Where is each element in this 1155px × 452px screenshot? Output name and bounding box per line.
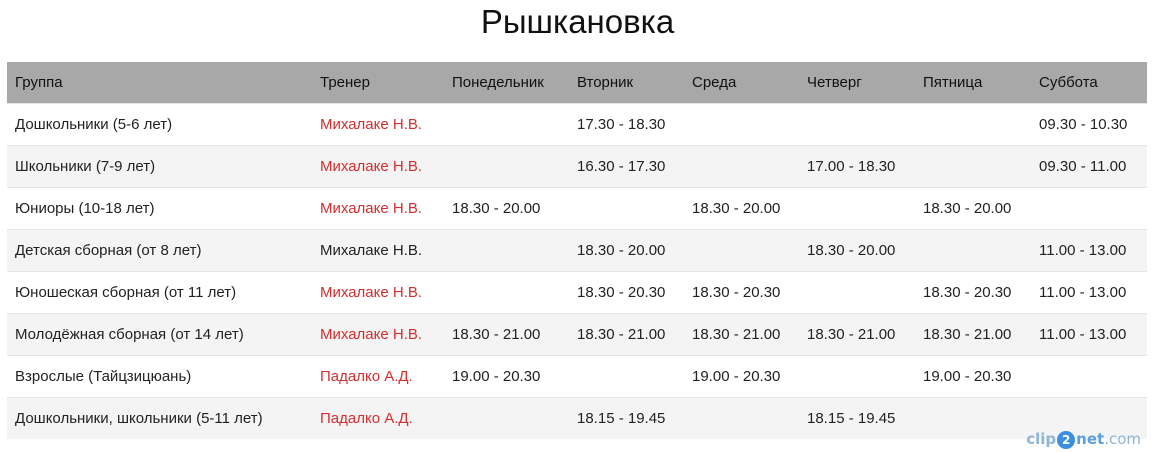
cell-thursday (799, 270, 915, 313)
cell-wednesday (684, 144, 799, 187)
table-row: Дошкольники (5-6 лет) Михалаке Н.В. 17.30 … (7, 102, 1147, 145)
cell-tuesday: 18.30 - 21.00 (569, 312, 684, 355)
cell-saturday: 11.00 - 13.00 (1031, 312, 1147, 355)
header-tuesday: Вторник (569, 62, 684, 103)
cell-saturday: 11.00 - 13.00 (1031, 228, 1147, 271)
cell-group: Юниоры (10-18 лет) (7, 186, 312, 229)
table-body: Дошкольники (5-6 лет) Михалаке Н.В. 17.30 … (7, 102, 1147, 439)
cell-monday (444, 144, 569, 187)
cell-wednesday: 18.30 - 20.00 (684, 186, 799, 229)
cell-coach: Михалаке Н.В. (312, 228, 444, 271)
header-coach: Тренер (312, 62, 444, 103)
header-thursday: Четверг (799, 62, 915, 103)
table-row: Юношеская сборная (от 11 лет) Михалаке Н.… (7, 270, 1147, 313)
table-row: Детская сборная (от 8 лет) Михалаке Н.В. 1… (7, 228, 1147, 271)
schedule-page: Рышкановка Группа Тренер Понедельник Вто… (0, 0, 1155, 452)
cell-friday: 18.30 - 20.30 (915, 270, 1031, 313)
coach-link[interactable]: Михалаке Н.В. (320, 116, 422, 133)
cell-tuesday: 18.30 - 20.00 (569, 228, 684, 271)
coach-link[interactable]: Михалаке Н.В. (320, 200, 422, 217)
watermark-digit: 2 (1057, 430, 1076, 449)
cell-tuesday (569, 354, 684, 397)
table-row: Молодёжная сборная (от 14 лет) Михалаке Н… (7, 312, 1147, 355)
cell-coach: Михалаке Н.В. (312, 270, 444, 313)
header-monday: Понедельник (444, 62, 569, 103)
coach-link[interactable]: Михалаке Н.В. (320, 158, 422, 175)
cell-friday (915, 102, 1031, 145)
cell-coach: Михалаке Н.В. (312, 102, 444, 145)
coach-name: Михалаке Н.В. (320, 241, 423, 259)
watermark-part3: .com (1104, 430, 1141, 448)
cell-wednesday: 18.30 - 20.30 (684, 270, 799, 313)
schedule-table: Группа Тренер Понедельник Вторник Среда … (7, 62, 1147, 439)
cell-monday (444, 396, 569, 439)
cell-coach: Михалаке Н.В. (312, 186, 444, 229)
cell-thursday (799, 354, 915, 397)
cell-wednesday (684, 102, 799, 145)
table-row: Взрослые (Тайцзицюань) Падалко А.Д. 19.00 … (7, 354, 1147, 397)
cell-friday: 19.00 - 20.30 (915, 354, 1031, 397)
cell-group: Молодёжная сборная (от 14 лет) (7, 312, 312, 355)
cell-saturday: 09.30 - 10.30 (1031, 102, 1147, 145)
cell-group: Дошкольники (5-6 лет) (7, 102, 312, 145)
coach-link[interactable]: Михалаке Н.В. (320, 284, 422, 301)
cell-friday: 18.30 - 20.00 (915, 186, 1031, 229)
header-wednesday: Среда (684, 62, 799, 103)
coach-link[interactable]: Падалко А.Д. (320, 410, 413, 427)
cell-thursday: 18.30 - 21.00 (799, 312, 915, 355)
cell-friday (915, 396, 1031, 439)
cell-thursday: 17.00 - 18.30 (799, 144, 915, 187)
cell-group: Школьники (7-9 лет) (7, 144, 312, 187)
watermark-part1: clip (1026, 430, 1057, 448)
cell-tuesday: 16.30 - 17.30 (569, 144, 684, 187)
cell-monday: 18.30 - 21.00 (444, 312, 569, 355)
header-friday: Пятница (915, 62, 1031, 103)
cell-monday: 18.30 - 20.00 (444, 186, 569, 229)
cell-monday: 19.00 - 20.30 (444, 354, 569, 397)
cell-coach: Падалко А.Д. (312, 354, 444, 397)
cell-group: Детская сборная (от 8 лет) (7, 228, 312, 271)
cell-wednesday: 19.00 - 20.30 (684, 354, 799, 397)
cell-group: Юношеская сборная (от 11 лет) (7, 270, 312, 313)
cell-wednesday (684, 396, 799, 439)
header-group: Группа (7, 62, 312, 103)
page-title: Рышкановка (480, 3, 675, 40)
coach-link[interactable]: Падалко А.Д. (320, 368, 413, 385)
cell-wednesday (684, 228, 799, 271)
cell-tuesday (569, 186, 684, 229)
cell-tuesday: 17.30 - 18.30 (569, 102, 684, 145)
cell-thursday: 18.15 - 19.45 (799, 396, 915, 439)
cell-coach: Михалаке Н.В. (312, 144, 444, 187)
cell-coach: Михалаке Н.В. (312, 312, 444, 355)
cell-thursday: 18.30 - 20.00 (799, 228, 915, 271)
cell-saturday (1031, 354, 1147, 397)
table-row: Юниоры (10-18 лет) Михалаке Н.В. 18.30 - 2… (7, 186, 1147, 229)
cell-saturday: 09.30 - 11.00 (1031, 144, 1147, 187)
cell-monday (444, 270, 569, 313)
cell-saturday (1031, 186, 1147, 229)
table-header-row: Группа Тренер Понедельник Вторник Среда … (7, 62, 1147, 103)
cell-saturday: 11.00 - 13.00 (1031, 270, 1147, 313)
cell-thursday (799, 186, 915, 229)
cell-monday (444, 228, 569, 271)
cell-group: Взрослые (Тайцзицюань) (7, 354, 312, 397)
cell-wednesday: 18.30 - 21.00 (684, 312, 799, 355)
cell-tuesday: 18.30 - 20.30 (569, 270, 684, 313)
table-row: Дошкольники, школьники (5-11 лет) Падалко… (7, 396, 1147, 439)
cell-group: Дошкольники, школьники (5-11 лет) (7, 396, 312, 439)
cell-thursday (799, 102, 915, 145)
cell-coach: Падалко А.Д. (312, 396, 444, 439)
coach-link[interactable]: Михалаке Н.В. (320, 326, 422, 343)
cell-friday (915, 144, 1031, 187)
table-row: Школьники (7-9 лет) Михалаке Н.В. 16.30 - … (7, 144, 1147, 187)
cell-monday (444, 102, 569, 145)
watermark-part2: net (1076, 430, 1105, 448)
clip2net-watermark: clip 2 net.com (1026, 428, 1141, 450)
header-saturday: Суббота (1031, 62, 1147, 103)
cell-friday (915, 228, 1031, 271)
cell-tuesday: 18.15 - 19.45 (569, 396, 684, 439)
cell-friday: 18.30 - 21.00 (915, 312, 1031, 355)
